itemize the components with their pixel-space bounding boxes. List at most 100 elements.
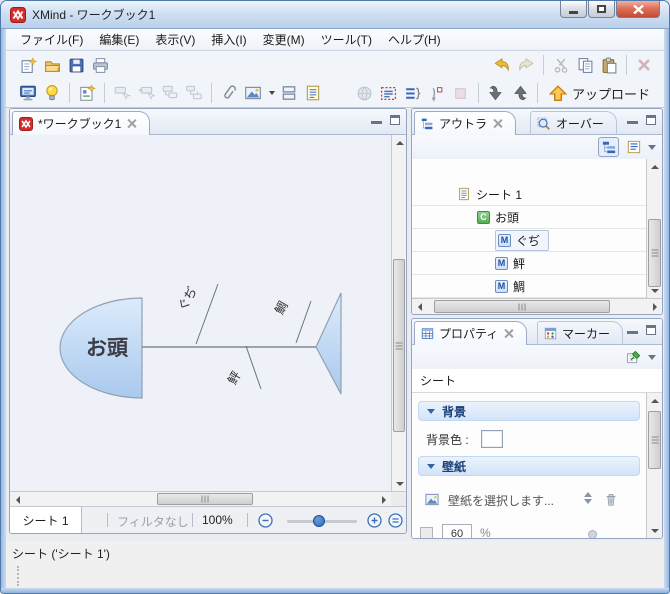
- pin-button[interactable]: [623, 347, 644, 367]
- outline-horizontal-scrollbar[interactable]: [412, 298, 662, 314]
- tab-close-icon[interactable]: [126, 118, 137, 129]
- fishbone-tail-shape[interactable]: [315, 292, 342, 395]
- close-button[interactable]: [616, 1, 660, 18]
- view-maximize-icon[interactable]: [390, 115, 400, 125]
- opacity-checkbox[interactable]: [420, 527, 433, 538]
- menu-tools[interactable]: ツール(T): [313, 29, 380, 50]
- save-button[interactable]: [64, 53, 88, 77]
- menu-view[interactable]: 表示(V): [147, 29, 203, 50]
- editor-tab-workbook1[interactable]: *ワークブック1: [12, 111, 151, 135]
- titlebar[interactable]: XMind - ワークブック1: [1, 1, 669, 29]
- section-background-header[interactable]: 背景: [418, 401, 640, 421]
- outline-vertical-scrollbar[interactable]: [646, 159, 662, 298]
- canvas-horizontal-scrollbar[interactable]: [10, 491, 391, 506]
- scroll-left-icon[interactable]: [10, 492, 25, 507]
- delete-button[interactable]: [632, 53, 656, 77]
- notes-button[interactable]: [301, 81, 325, 105]
- background-color-swatch[interactable]: [480, 430, 503, 448]
- tab-overview[interactable]: オーバー: [530, 111, 617, 135]
- outline-item-central[interactable]: C お頭: [412, 206, 646, 229]
- menu-edit[interactable]: 編集(E): [91, 29, 147, 50]
- view-menu-icon[interactable]: [648, 354, 656, 360]
- menu-file[interactable]: ファイル(F): [12, 29, 91, 50]
- outline-tree-mode-button[interactable]: [598, 137, 619, 157]
- outline-item-tai[interactable]: M 鯛: [412, 275, 646, 298]
- paste-button[interactable]: [597, 53, 621, 77]
- open-button[interactable]: [40, 53, 64, 77]
- section-wallpaper-header[interactable]: 壁紙: [418, 456, 640, 476]
- trash-icon[interactable]: [604, 492, 618, 507]
- minimize-button[interactable]: [560, 1, 587, 18]
- scrollbar-thumb[interactable]: [434, 300, 610, 313]
- outline-list-mode-button[interactable]: [623, 137, 644, 157]
- bone-label-3[interactable]: 鮃: [225, 369, 244, 387]
- scroll-left-icon[interactable]: [412, 299, 427, 314]
- label-button[interactable]: [377, 81, 401, 105]
- scroll-up-icon[interactable]: [647, 159, 662, 174]
- hyperlink-button[interactable]: [353, 81, 377, 105]
- opacity-value-field[interactable]: 60: [442, 524, 472, 538]
- notes-list-button[interactable]: [401, 81, 425, 105]
- menu-insert[interactable]: 挿入(I): [203, 29, 254, 50]
- scroll-up-icon[interactable]: [392, 135, 406, 150]
- drill-up-button[interactable]: [508, 81, 532, 105]
- filter-status[interactable]: フィルタなし: [117, 513, 189, 530]
- copy-button[interactable]: [573, 53, 597, 77]
- zoom-level[interactable]: 100%: [202, 513, 233, 527]
- image-dropdown-button[interactable]: [265, 81, 277, 105]
- map-canvas[interactable]: お頭 ぐぢ 鯛 鮃: [10, 135, 391, 491]
- scrollbar-thumb[interactable]: [648, 411, 661, 469]
- insert-topic-after-button[interactable]: [134, 81, 158, 105]
- redo-button[interactable]: [514, 53, 538, 77]
- tab-marker[interactable]: マーカー: [537, 321, 624, 345]
- zoom-actual-size-button[interactable]: [388, 513, 403, 528]
- scroll-right-icon[interactable]: [376, 492, 391, 507]
- print-button[interactable]: [88, 53, 112, 77]
- cut-button[interactable]: [549, 53, 573, 77]
- scrollbar-thumb[interactable]: [157, 493, 253, 505]
- scrollbar-thumb[interactable]: [393, 259, 405, 432]
- tips-button[interactable]: [40, 81, 64, 105]
- tab-properties[interactable]: プロパティ: [414, 321, 528, 345]
- tab-close-icon[interactable]: [503, 328, 514, 339]
- sheet-tab[interactable]: シート 1: [10, 507, 82, 533]
- tab-close-icon[interactable]: [492, 118, 503, 129]
- menu-help[interactable]: ヘルプ(H): [380, 29, 449, 50]
- outline-item-guji[interactable]: M ぐぢ: [412, 229, 646, 252]
- outline-item-hirame[interactable]: M 鮃: [412, 252, 646, 275]
- attachment-button[interactable]: [217, 81, 241, 105]
- opacity-slider-dot[interactable]: [588, 530, 597, 538]
- view-minimize-icon[interactable]: [627, 115, 638, 124]
- presentation-button[interactable]: [16, 81, 40, 105]
- fishbone-head-label[interactable]: お頭: [86, 337, 129, 360]
- zoom-slider-thumb[interactable]: [313, 515, 325, 527]
- boundary-button[interactable]: [449, 81, 473, 105]
- menu-modify[interactable]: 変更(M): [255, 29, 313, 50]
- insert-parent-topic-button[interactable]: [182, 81, 206, 105]
- view-maximize-icon[interactable]: [646, 325, 656, 335]
- maximize-button[interactable]: [588, 1, 615, 18]
- outline-item-sheet1[interactable]: シート 1: [412, 183, 646, 206]
- bone-label-1[interactable]: ぐぢ: [174, 284, 199, 313]
- scroll-up-icon[interactable]: [647, 393, 662, 408]
- view-minimize-icon[interactable]: [627, 325, 638, 334]
- properties-vertical-scrollbar[interactable]: [646, 393, 662, 538]
- wallpaper-spinner[interactable]: [584, 492, 592, 504]
- view-maximize-icon[interactable]: [646, 115, 656, 125]
- new-workbook-button[interactable]: [16, 53, 40, 77]
- scroll-down-icon[interactable]: [392, 476, 406, 491]
- drill-down-button[interactable]: [484, 81, 508, 105]
- scrollbar-thumb[interactable]: [648, 219, 661, 287]
- canvas-vertical-scrollbar[interactable]: [391, 135, 406, 491]
- zoom-out-button[interactable]: [258, 513, 273, 528]
- bone-label-2[interactable]: 鯛: [272, 299, 290, 317]
- zoom-in-button[interactable]: [367, 513, 382, 528]
- undo-button[interactable]: [490, 53, 514, 77]
- scroll-down-icon[interactable]: [647, 523, 662, 538]
- insert-subtopic-button[interactable]: [158, 81, 182, 105]
- view-menu-icon[interactable]: [648, 144, 656, 150]
- view-minimize-icon[interactable]: [371, 115, 382, 124]
- tab-outline[interactable]: アウトラ: [414, 111, 517, 135]
- wallpaper-select-row[interactable]: 壁紙を選択します...: [424, 490, 632, 510]
- insert-topic-button[interactable]: [110, 81, 134, 105]
